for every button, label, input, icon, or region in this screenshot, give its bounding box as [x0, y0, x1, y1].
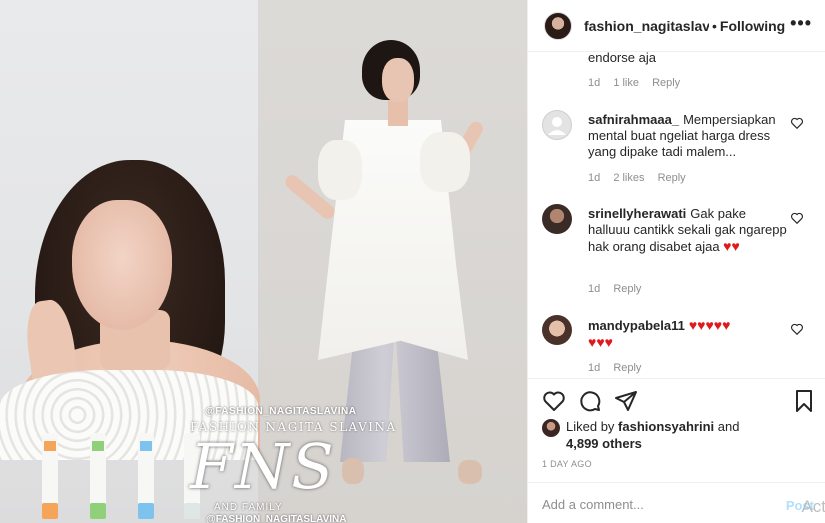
comment-list[interactable]: endorse aja 1d 1 like Reply safnirahmaaa… [528, 52, 825, 378]
comment-meta: 1d Reply [588, 283, 651, 295]
product-bottle [42, 433, 58, 519]
comment-meta: 1d Reply [588, 362, 651, 374]
like-heart-icon[interactable] [542, 389, 566, 413]
product-bottle [90, 433, 106, 519]
comment-meta: 1d 1 like Reply [588, 77, 690, 89]
heart-emoji: ♥♥♥♥♥ [688, 317, 731, 333]
avatar[interactable] [542, 419, 560, 437]
watermark-family: AND FAMILY [214, 502, 283, 513]
liked-by-user[interactable]: fashionsyahrini [618, 419, 714, 434]
comment-likes[interactable]: 1 like [613, 77, 639, 89]
avatar[interactable] [542, 204, 572, 234]
header-username[interactable]: fashion_nagitaslavina [584, 18, 709, 34]
avatar[interactable] [544, 11, 572, 40]
add-comment-bar: Add a comment... Post Act [528, 482, 825, 523]
watermark-handle-bottom: @FASHION_NAGITASLAVINA [206, 514, 347, 523]
comment-time: 1d [588, 77, 601, 89]
post-header: fashion_nagitaslavina • Following ••• [528, 0, 825, 52]
list-item: mandypabela11 ♥♥♥♥♥ ♥♥♥ [588, 317, 788, 351]
avatar[interactable] [542, 315, 572, 345]
heart-emoji: ♥♥ [723, 238, 740, 254]
product-bottle [138, 433, 154, 519]
list-item: safnirahmaaa_ Mempersiapkan mental buat n… [588, 112, 788, 160]
reply-button[interactable]: Reply [652, 77, 680, 89]
heart-emoji: ♥♥♥ [588, 334, 613, 350]
reply-button[interactable]: Reply [613, 362, 641, 374]
action-bar [528, 378, 825, 418]
comment-input[interactable]: Add a comment... [542, 497, 644, 512]
bookmark-icon[interactable] [792, 389, 816, 413]
likes-count[interactable]: 4,899 others [566, 436, 642, 451]
model-shoe [342, 458, 364, 484]
comment-text: endorse aja [588, 52, 656, 65]
liked-by-others[interactable]: 4,899 others [566, 436, 642, 451]
liked-by-suffix: and [717, 419, 740, 434]
model-sleeve [318, 140, 362, 200]
liked-by-prefix: Liked by [566, 419, 615, 434]
avatar[interactable] [542, 110, 572, 140]
comment-username[interactable]: mandypabela11 [588, 318, 685, 333]
list-item: srinellyherawati Gak pake halluuu cantikk… [588, 206, 788, 255]
comment-likes[interactable]: 2 likes [613, 172, 644, 184]
like-heart-icon[interactable] [790, 211, 804, 225]
face [72, 200, 172, 330]
default-avatar-icon [548, 117, 566, 135]
activation-overlay: Act [801, 497, 825, 516]
comment-time: 1d [588, 283, 601, 295]
model-shoe [458, 460, 482, 484]
comment-username[interactable]: srinellyherawati [588, 206, 686, 221]
liked-by: Liked by fashionsyahrini and [566, 419, 739, 434]
post-image[interactable]: @FASHION_NAGITASLAVINA FASHION NAGITA SL… [0, 0, 527, 523]
like-heart-icon[interactable] [790, 322, 804, 336]
model-face [382, 58, 414, 102]
comment-username[interactable]: safnirahmaaa_ [588, 112, 679, 127]
comment-meta: 1d 2 likes Reply [588, 172, 696, 184]
comment-time: 1d [588, 172, 601, 184]
watermark-handle: @FASHION_NAGITASLAVINA [205, 406, 357, 417]
watermark-logo: FNS [190, 430, 336, 503]
following-button[interactable]: Following [720, 18, 785, 34]
reply-button[interactable]: Reply [658, 172, 686, 184]
post-time[interactable]: 1 DAY AGO [542, 459, 592, 469]
header-separator: • [712, 17, 717, 34]
share-icon[interactable] [614, 389, 638, 413]
reply-button[interactable]: Reply [613, 283, 641, 295]
model-sleeve [420, 132, 470, 192]
more-dots-icon[interactable]: ••• [790, 13, 812, 34]
comment-time: 1d [588, 362, 601, 374]
comment-icon[interactable] [578, 389, 602, 413]
post-sidebar: fashion_nagitaslavina • Following ••• en… [527, 0, 825, 523]
like-heart-icon[interactable] [790, 116, 804, 130]
